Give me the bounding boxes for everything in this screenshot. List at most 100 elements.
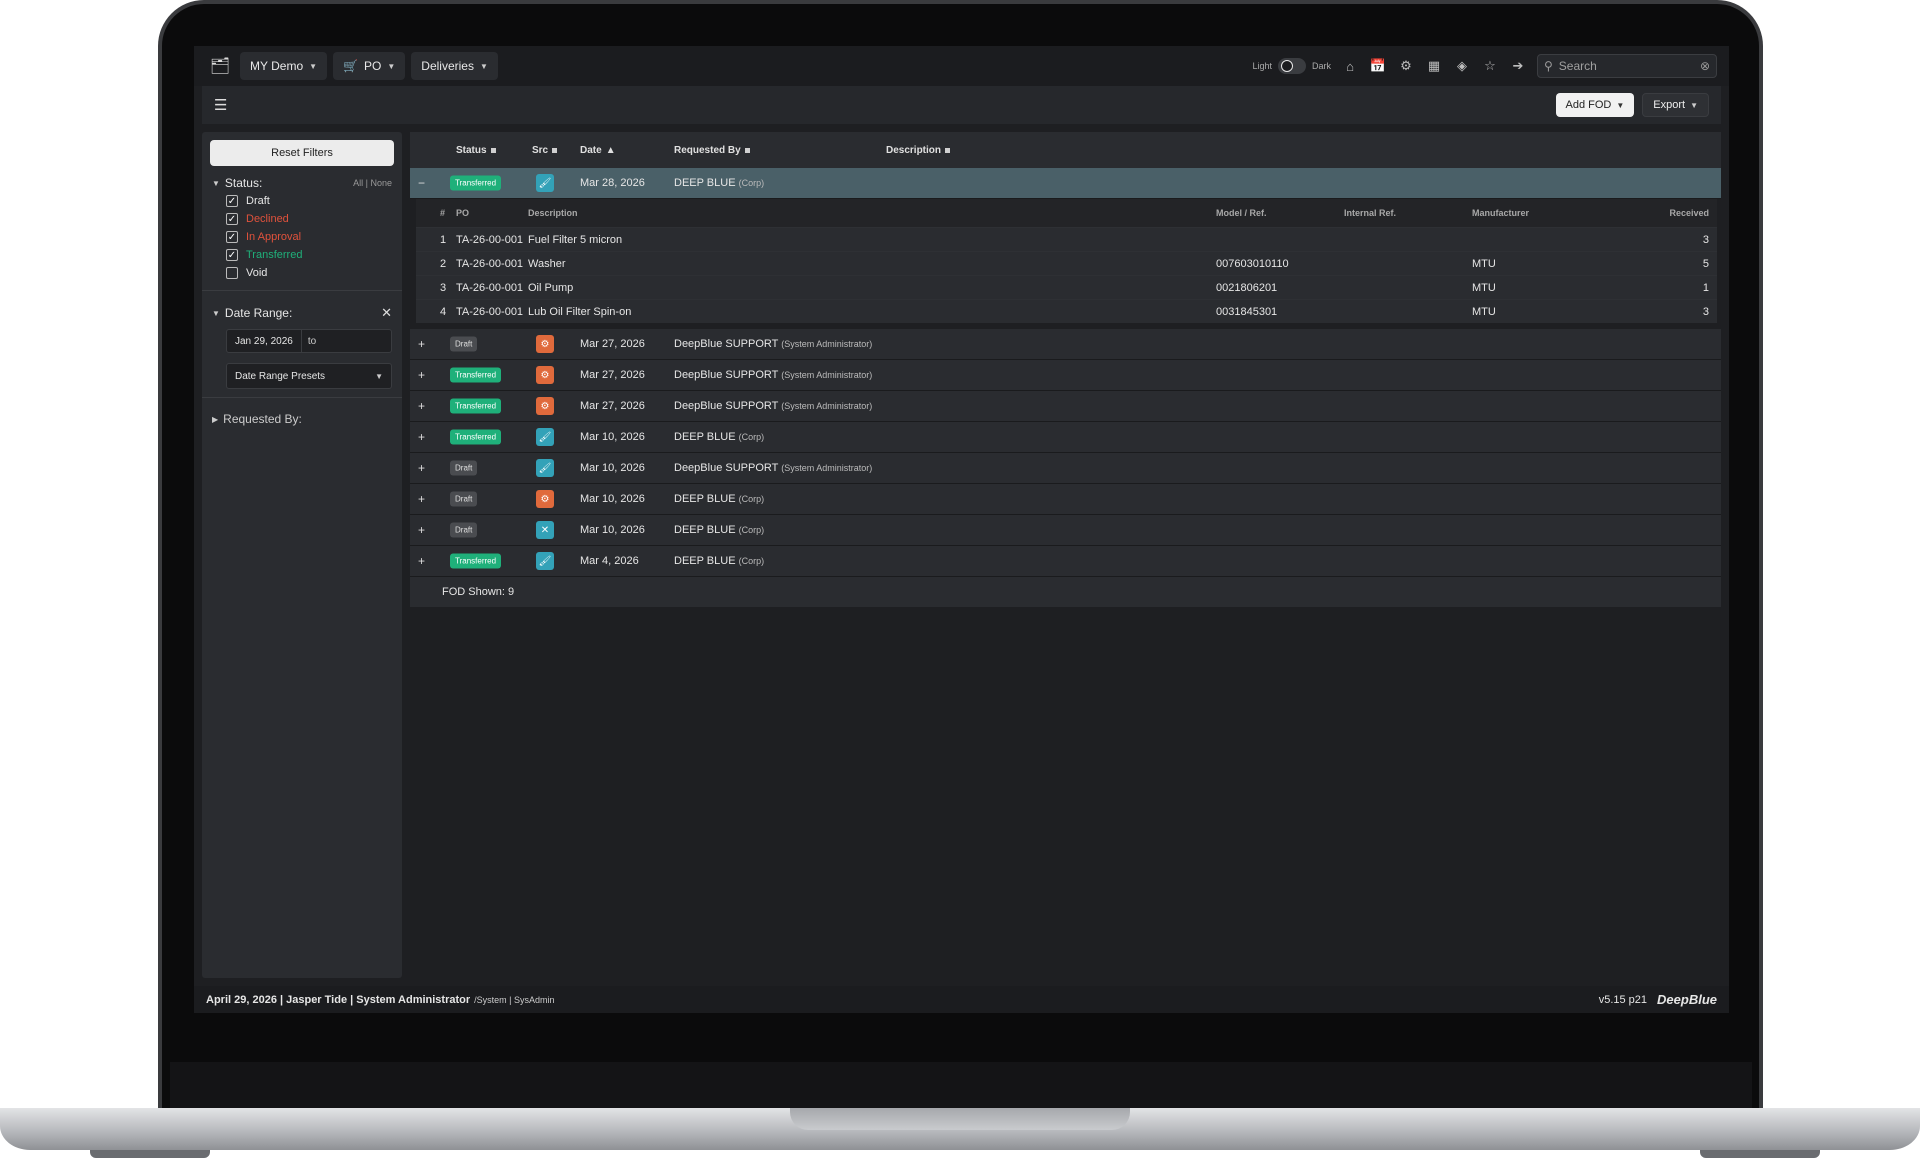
theme-light-label: Light <box>1252 61 1272 71</box>
col-src[interactable]: Src <box>532 145 558 156</box>
detail-received: 3 <box>1702 233 1709 246</box>
expand-toggle[interactable]: + <box>418 523 425 537</box>
expand-toggle[interactable]: + <box>418 461 425 475</box>
table-row[interactable]: − Transferred 🖌 Mar 28, 2026 DEEP BLUE (Corp… <box>410 168 1721 199</box>
menu-deliveries[interactable]: Deliveries ▼ <box>411 52 498 80</box>
status-badge: Transferred <box>450 553 502 569</box>
expand-toggle[interactable]: − <box>418 176 425 190</box>
laptop-chin <box>170 1062 1752 1110</box>
home-icon[interactable]: ⌂ <box>1341 57 1359 75</box>
detail-row[interactable]: 4 TA-26-00-001 Lub Oil Filter Spin-on 00318… <box>416 299 1717 323</box>
date-range-presets-select[interactable]: Date Range Presets ▼ <box>226 363 392 389</box>
hamburger-icon[interactable]: ☰ <box>214 96 227 114</box>
table-row[interactable]: + Transferred 🖌 Mar 10, 2026 DEEP BLUE (Corp… <box>410 422 1721 453</box>
row-date: Mar 27, 2026 <box>580 400 645 412</box>
status-filter-in-approval[interactable]: ✓ In Approval <box>202 228 402 246</box>
reset-filters-button[interactable]: Reset Filters <box>210 140 394 166</box>
detail-num: 3 <box>440 281 447 294</box>
source-icon: 🖌 <box>536 174 554 192</box>
status-filter-draft[interactable]: ✓ Draft <box>202 192 402 210</box>
grid-icon[interactable]: ▦ <box>1425 57 1443 75</box>
table-row[interactable]: + Draft ⚙ Mar 27, 2026 DeepBlue SUPPORT (Sys… <box>410 329 1721 360</box>
date-from-input[interactable]: Jan 29, 2026 <box>227 330 302 352</box>
col-status[interactable]: Status <box>456 145 496 156</box>
folder-icon[interactable]: 🗂 <box>206 52 234 80</box>
requester-name: DeepBlue SUPPORT <box>674 338 779 350</box>
requester-role: (Corp) <box>738 494 765 504</box>
calendar-icon[interactable]: 📅 <box>1369 57 1387 75</box>
close-icon[interactable]: ✕ <box>381 305 392 321</box>
checkbox[interactable]: ✓ <box>226 195 238 207</box>
table-row[interactable]: + Transferred ⚙ Mar 27, 2026 DeepBlue SUPPOR… <box>410 360 1721 391</box>
col-date-label: Date <box>580 144 602 156</box>
date-to-input[interactable] <box>322 330 391 352</box>
table-row[interactable]: + Draft 🖌 Mar 10, 2026 DeepBlue SUPPORT (Sys… <box>410 453 1721 484</box>
status-section-header[interactable]: ▼ Status: All | None <box>202 170 402 192</box>
brand-logo: DeepBlue <box>1657 992 1717 1007</box>
checkbox[interactable]: ✓ <box>226 213 238 225</box>
caret-down-icon: ▼ <box>1690 100 1698 110</box>
detail-row[interactable]: 3 TA-26-00-001 Oil Pump 0021806201 MTU 1 <box>416 275 1717 299</box>
col-requested-by[interactable]: Requested By <box>674 145 750 156</box>
status-filter-label: Void <box>246 267 268 279</box>
requester-name: DEEP BLUE <box>674 177 736 189</box>
star-icon[interactable]: ☆ <box>1481 57 1499 75</box>
menu-po[interactable]: 🛒 PO ▼ <box>333 52 406 80</box>
export-button[interactable]: Export ▼ <box>1642 93 1709 117</box>
add-fod-button[interactable]: Add FOD ▼ <box>1555 93 1635 117</box>
search-input[interactable] <box>1558 59 1694 73</box>
expand-toggle[interactable]: + <box>418 492 425 506</box>
col-date[interactable]: Date ▲ <box>580 145 616 156</box>
detail-row[interactable]: 1 TA-26-00-001 Fuel Filter 5 micron 3 <box>416 227 1717 251</box>
expand-toggle[interactable]: + <box>418 430 425 444</box>
detail-description: Oil Pump <box>528 281 574 294</box>
col-description[interactable]: Description <box>886 144 951 156</box>
expand-toggle[interactable]: + <box>418 337 425 351</box>
table-row[interactable]: + Transferred ⚙ Mar 27, 2026 DeepBlue SUPPOR… <box>410 391 1721 422</box>
requester-role: (Corp) <box>738 178 765 188</box>
status-filter-label: Draft <box>246 195 270 207</box>
expand-toggle[interactable]: + <box>418 554 425 568</box>
row-requested-by: DeepBlue SUPPORT (System Administrator) <box>674 462 872 474</box>
status-filter-void[interactable]: Void <box>202 264 402 282</box>
status-filter-label: In Approval <box>246 231 302 243</box>
detail-row[interactable]: 2 TA-26-00-001 Washer 007603010110 MTU 5 <box>416 251 1717 275</box>
divider <box>202 290 402 291</box>
add-fod-label: Add FOD <box>1565 99 1612 111</box>
gear-icon[interactable]: ⚙ <box>1397 57 1415 75</box>
tag-icon[interactable]: ◈ <box>1453 57 1471 75</box>
source-icon: ✕ <box>536 521 554 539</box>
detail-model: 0021806201 <box>1216 281 1278 294</box>
expand-toggle[interactable]: + <box>418 399 425 413</box>
detail-num: 2 <box>440 257 447 270</box>
menu-my-demo[interactable]: MY Demo ▼ <box>240 52 328 80</box>
detail-description: Fuel Filter 5 micron <box>528 233 623 246</box>
triangle-right-icon: ▶ <box>212 414 219 424</box>
checkbox[interactable]: ✓ <box>226 249 238 261</box>
logout-icon[interactable]: ➔ <box>1509 57 1527 75</box>
table-row[interactable]: + Transferred 🖌 Mar 4, 2026 DEEP BLUE (Corp) <box>410 546 1721 577</box>
status-filter-declined[interactable]: ✓ Declined <box>202 210 402 228</box>
table-row[interactable]: + Draft ⚙ Mar 10, 2026 DEEP BLUE (Corp) <box>410 484 1721 515</box>
sort-asc-icon: ▲ <box>605 144 616 156</box>
theme-toggle[interactable] <box>1277 58 1306 74</box>
sort-icon <box>945 147 951 153</box>
col-description-label: Description <box>886 144 942 156</box>
filter-sidebar: Reset Filters ▼ Status: All | None ✓ Draf… <box>202 132 402 978</box>
checkbox[interactable] <box>226 267 238 279</box>
detail-num: 1 <box>440 233 447 246</box>
table-body: − Transferred 🖌 Mar 28, 2026 DEEP BLUE (Corp… <box>410 168 1721 577</box>
theme-switch: Light Dark <box>1252 58 1331 74</box>
fod-table: Status Src Date ▲ Requested By Descriptio… <box>410 132 1721 607</box>
all-none-toggle[interactable]: All | None <box>353 178 392 188</box>
table-row[interactable]: + Draft ✕ Mar 10, 2026 DEEP BLUE (Corp) <box>410 515 1721 546</box>
expand-toggle[interactable]: + <box>418 368 425 382</box>
search-box: ⚲ ⊗ <box>1537 54 1717 78</box>
requested-by-header[interactable]: ▶ Requested By: <box>202 406 402 428</box>
clear-search-icon[interactable]: ⊗ <box>1700 59 1710 73</box>
status-filter-transferred[interactable]: ✓ Transferred <box>202 246 402 264</box>
date-range-header[interactable]: ▼ Date Range: ✕ <box>202 299 402 323</box>
checkbox[interactable]: ✓ <box>226 231 238 243</box>
status-badge: Draft <box>450 336 478 352</box>
detail-model: 0031845301 <box>1216 305 1278 318</box>
